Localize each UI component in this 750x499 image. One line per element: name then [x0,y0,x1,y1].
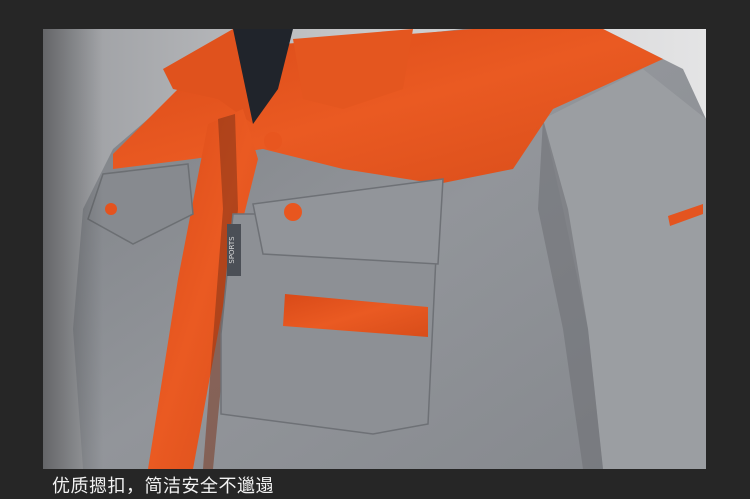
jacket-illustration: SPORTS [43,29,706,469]
product-photo: SPORTS [43,29,706,469]
brand-tag-text: SPORTS [228,236,236,264]
left-snap-button [105,203,117,215]
pocket-snap-button [284,203,302,221]
edge-shadow [43,29,103,469]
page: SPORTS 优质摁扣，简洁安全不邋遢 [0,0,750,499]
product-caption: 优质摁扣，简洁安全不邋遢 [52,476,274,497]
collar-snap-button [264,132,282,150]
